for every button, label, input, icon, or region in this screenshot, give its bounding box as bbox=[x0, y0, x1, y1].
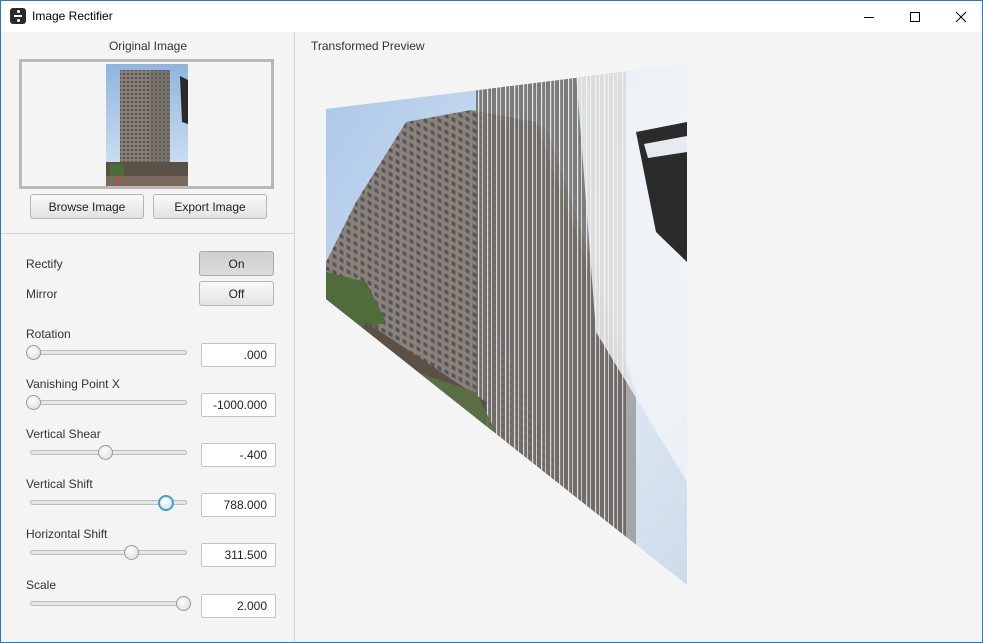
slider-track[interactable] bbox=[30, 550, 187, 555]
window-title: Image Rectifier bbox=[32, 9, 113, 23]
minimize-icon bbox=[864, 16, 874, 18]
slider-label: Scale bbox=[26, 578, 57, 592]
maximize-icon bbox=[910, 11, 920, 22]
slider-track[interactable] bbox=[30, 601, 187, 606]
original-image-thumbnail bbox=[106, 64, 188, 186]
slider-label: Vertical Shear bbox=[26, 427, 101, 441]
maximize-button[interactable] bbox=[892, 1, 938, 32]
slider-thumb[interactable] bbox=[26, 395, 41, 410]
original-image-label: Original Image bbox=[108, 39, 188, 53]
mirror-label: Mirror bbox=[26, 287, 58, 301]
slider-thumb[interactable] bbox=[26, 345, 41, 360]
rectify-label: Rectify bbox=[26, 257, 63, 271]
transformed-preview-image bbox=[326, 64, 687, 585]
close-button[interactable] bbox=[938, 1, 983, 32]
minimize-button[interactable] bbox=[846, 1, 892, 32]
slider-value-field[interactable] bbox=[201, 343, 276, 367]
control-panel: Original Image Browse Image Export Image… bbox=[1, 32, 295, 642]
slider-label: Horizontal Shift bbox=[26, 527, 108, 541]
slider-value-field[interactable] bbox=[201, 393, 276, 417]
slider-label: Vertical Shift bbox=[26, 477, 93, 491]
slider-thumb[interactable] bbox=[123, 545, 139, 560]
panel-divider bbox=[1, 233, 295, 234]
slider-track[interactable] bbox=[30, 400, 187, 405]
mirror-toggle[interactable]: Off bbox=[199, 281, 274, 306]
app-window: Image Rectifier Original Image Browse Im… bbox=[0, 0, 983, 643]
close-icon bbox=[955, 11, 967, 22]
browse-image-button[interactable]: Browse Image bbox=[30, 194, 144, 219]
slider-track[interactable] bbox=[30, 350, 187, 355]
preview-panel: Transformed Preview bbox=[296, 32, 982, 642]
title-bar[interactable]: Image Rectifier bbox=[1, 1, 982, 32]
slider-value-field[interactable] bbox=[201, 594, 276, 618]
slider-thumb[interactable] bbox=[176, 596, 191, 611]
slider-value-field[interactable] bbox=[201, 543, 276, 567]
export-image-button[interactable]: Export Image bbox=[153, 194, 267, 219]
slider-thumb[interactable] bbox=[98, 445, 113, 460]
slider-value-field[interactable] bbox=[201, 443, 276, 467]
original-image-frame bbox=[19, 59, 274, 189]
rectify-toggle[interactable]: On bbox=[199, 251, 274, 276]
rectifier-app-icon bbox=[10, 8, 26, 24]
slider-value-field[interactable] bbox=[201, 493, 276, 517]
slider-label: Rotation bbox=[26, 327, 71, 341]
slider-label: Vanishing Point X bbox=[26, 377, 120, 391]
slider-thumb[interactable] bbox=[158, 495, 174, 511]
